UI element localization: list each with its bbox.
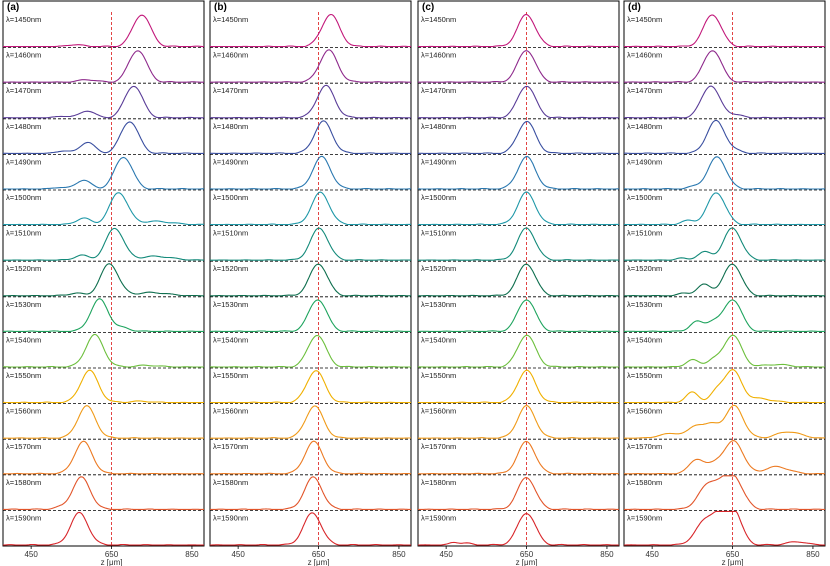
wavelength-label: λ=1500nm xyxy=(213,193,248,202)
x-tick-label: 850 xyxy=(600,550,614,559)
wavelength-label: λ=1510nm xyxy=(213,229,248,238)
wavelength-label: λ=1590nm xyxy=(627,513,662,522)
wavelength-label: λ=1530nm xyxy=(421,300,456,309)
wavelength-label: λ=1520nm xyxy=(6,264,41,273)
wavelength-label: λ=1550nm xyxy=(213,371,248,380)
wavelength-label: λ=1500nm xyxy=(627,193,662,202)
wavelength-label: λ=1540nm xyxy=(421,335,456,344)
wavelength-label: λ=1460nm xyxy=(421,51,456,60)
wavelength-label: λ=1470nm xyxy=(213,86,248,95)
wavelength-label: λ=1490nm xyxy=(213,157,248,166)
wavelength-label: λ=1480nm xyxy=(213,122,248,131)
wavelength-label: λ=1530nm xyxy=(627,300,662,309)
wavelength-label: λ=1470nm xyxy=(627,86,662,95)
wavelength-label: λ=1470nm xyxy=(6,86,41,95)
wavelength-label: λ=1500nm xyxy=(6,193,41,202)
wavelength-label: λ=1530nm xyxy=(6,300,41,309)
wavelength-label: λ=1490nm xyxy=(6,157,41,166)
wavelength-label: λ=1580nm xyxy=(421,478,456,487)
panel-label: (d) xyxy=(628,2,641,13)
wavelength-label: λ=1450nm xyxy=(421,15,456,24)
wavelength-label: λ=1570nm xyxy=(6,442,41,451)
wavelength-label: λ=1550nm xyxy=(627,371,662,380)
wavelength-label: λ=1570nm xyxy=(421,442,456,451)
wavelength-label: λ=1510nm xyxy=(421,229,456,238)
x-tick-label: 850 xyxy=(185,550,199,559)
wavelength-label: λ=1550nm xyxy=(6,371,41,380)
wavelength-label: λ=1510nm xyxy=(6,229,41,238)
wavelength-label: λ=1450nm xyxy=(6,15,41,24)
wavelength-label: λ=1580nm xyxy=(6,478,41,487)
wavelength-label: λ=1450nm xyxy=(213,15,248,24)
wavelength-label: λ=1580nm xyxy=(627,478,662,487)
wavelength-label: λ=1590nm xyxy=(421,513,456,522)
wavelength-label: λ=1460nm xyxy=(627,51,662,60)
wavelength-label: λ=1490nm xyxy=(627,157,662,166)
x-tick-label: 850 xyxy=(806,550,820,559)
wavelength-label: λ=1510nm xyxy=(627,229,662,238)
wavelength-label: λ=1520nm xyxy=(627,264,662,273)
wavelength-label: λ=1570nm xyxy=(627,442,662,451)
wavelength-label: λ=1490nm xyxy=(421,157,456,166)
x-tick-label: 450 xyxy=(645,550,659,559)
figure: (a) λ=1450nm λ=1460nm λ=1470nm λ=1480nm λ=149… xyxy=(2,0,826,566)
x-tick-label: 850 xyxy=(392,550,406,559)
wavelength-label: λ=1480nm xyxy=(6,122,41,131)
wavelength-label: λ=1590nm xyxy=(6,513,41,522)
wavelength-label: λ=1530nm xyxy=(213,300,248,309)
wavelength-label: λ=1480nm xyxy=(421,122,456,131)
wavelength-label: λ=1540nm xyxy=(213,335,248,344)
x-axis-label: z [μm] xyxy=(101,558,123,566)
x-tick-label: 450 xyxy=(231,550,245,559)
wavelength-label: λ=1560nm xyxy=(421,407,456,416)
panel-label: (b) xyxy=(214,2,227,13)
wavelength-label: λ=1570nm xyxy=(213,442,248,451)
panel-frame xyxy=(2,0,205,547)
wavelength-label: λ=1470nm xyxy=(421,86,456,95)
wavelength-label: λ=1590nm xyxy=(213,513,248,522)
x-axis-label: z [μm] xyxy=(308,558,330,566)
x-axis-label: z [μm] xyxy=(722,558,744,566)
wavelength-label: λ=1460nm xyxy=(213,51,248,60)
wavelength-label: λ=1560nm xyxy=(213,407,248,416)
wavelength-label: λ=1540nm xyxy=(6,335,41,344)
panel-label: (a) xyxy=(7,2,19,13)
wavelength-label: λ=1520nm xyxy=(213,264,248,273)
wavelength-label: λ=1500nm xyxy=(421,193,456,202)
wavelength-label: λ=1520nm xyxy=(421,264,456,273)
wavelength-label: λ=1580nm xyxy=(213,478,248,487)
wavelength-label: λ=1460nm xyxy=(6,51,41,60)
x-tick-label: 450 xyxy=(24,550,38,559)
wavelength-label: λ=1450nm xyxy=(627,15,662,24)
wavelength-label: λ=1550nm xyxy=(421,371,456,380)
x-tick-label: 450 xyxy=(439,550,453,559)
wavelength-label: λ=1560nm xyxy=(627,407,662,416)
panel-label: (c) xyxy=(422,2,434,13)
wavelength-label: λ=1560nm xyxy=(6,407,41,416)
x-axis-label: z [μm] xyxy=(516,558,538,566)
wavelength-label: λ=1480nm xyxy=(627,122,662,131)
wavelength-label: λ=1540nm xyxy=(627,335,662,344)
